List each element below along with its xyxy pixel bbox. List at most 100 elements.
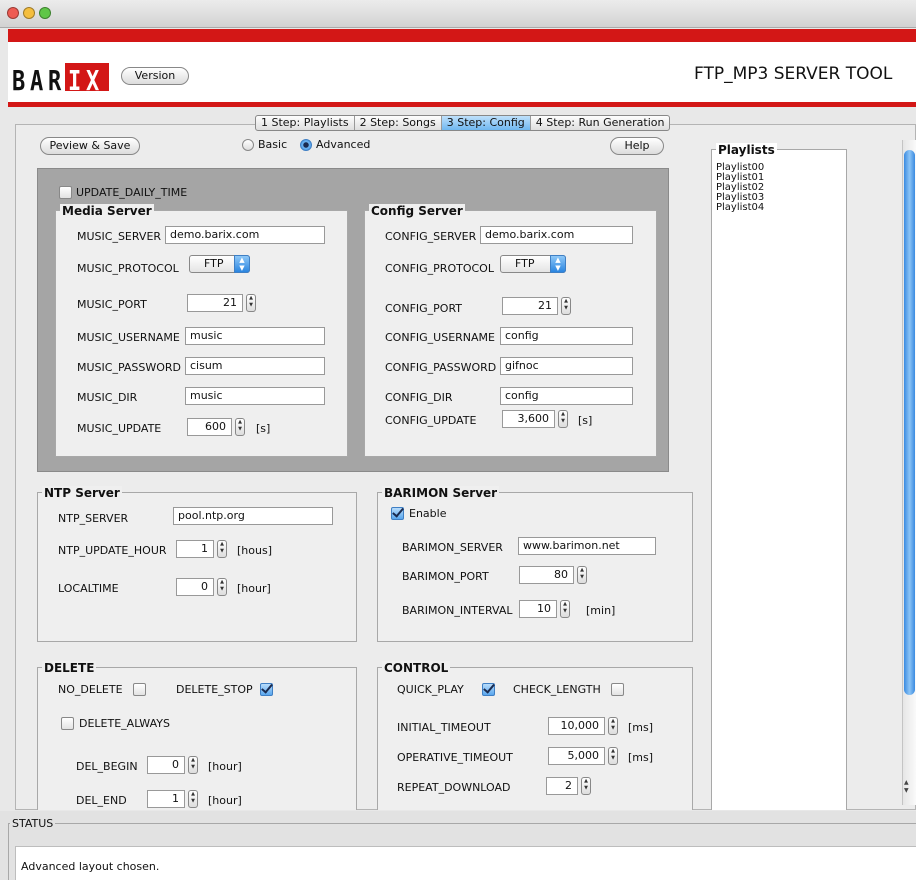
logo-letter: I [68,66,82,98]
config-username-label: CONFIG_USERNAME [385,331,495,344]
ntp-server-title: NTP Server [42,486,122,500]
config-port-stepper[interactable]: ▲ ▼ [561,297,571,315]
updown-arrows-icon: ▲ ▼ [550,255,566,273]
config-protocol-value: FTP [515,257,535,270]
basic-radio[interactable] [242,139,254,151]
playlists-title: Playlists [716,143,777,157]
repeat-download-stepper[interactable]: ▲ ▼ [581,777,591,795]
localtime-unit: [hour] [237,582,271,595]
ntp-server-input[interactable]: pool.ntp.org [173,507,333,525]
update-daily-time-label: UPDATE_DAILY_TIME [76,186,188,199]
scrollbar-thumb[interactable] [904,150,915,695]
music-update-input[interactable]: 600 [187,418,232,436]
update-daily-time-checkbox[interactable] [59,186,72,199]
playlists-panel [711,149,847,810]
music-protocol-label: MUSIC_PROTOCOL [77,262,179,275]
scroll-arrows-icon[interactable]: ▲ ▼ [904,779,909,795]
logo-letter: X [86,66,100,98]
delete-stop-checkbox[interactable] [260,683,273,696]
no-delete-checkbox[interactable] [133,683,146,696]
music-dir-input[interactable]: music [185,387,325,405]
config-update-input[interactable]: 3,600 [502,410,555,428]
header-top-bar [8,29,916,42]
close-window-button[interactable] [7,7,19,19]
del-end-stepper[interactable]: ▲ ▼ [188,790,198,808]
ntp-update-hour-input[interactable]: 1 [176,540,214,558]
config-password-label: CONFIG_PASSWORD [385,361,497,374]
tab-config[interactable]: 3 Step: Config [441,116,531,130]
repeat-download-label: REPEAT_DOWNLOAD [397,781,511,794]
music-server-input[interactable]: demo.barix.com [165,226,325,244]
config-update-stepper[interactable]: ▲ ▼ [558,410,568,428]
minimize-window-button[interactable] [23,7,35,19]
del-end-unit: [hour] [208,794,242,807]
zoom-window-button[interactable] [39,7,51,19]
quick-play-label: QUICK_PLAY [397,683,464,696]
music-update-label: MUSIC_UPDATE [77,422,162,435]
localtime-input[interactable]: 0 [176,578,214,596]
config-username-input[interactable]: config [500,327,633,345]
delete-always-checkbox[interactable] [61,717,74,730]
del-begin-stepper[interactable]: ▲ ▼ [188,756,198,774]
operative-timeout-stepper[interactable]: ▲ ▼ [608,747,618,765]
playlist-item[interactable]: Playlist04 [716,203,764,213]
advanced-radio[interactable] [300,139,312,151]
barimon-server-input[interactable]: www.barimon.net [518,537,656,555]
localtime-stepper[interactable]: ▲ ▼ [217,578,227,596]
preview-save-button[interactable]: Peview & Save [40,137,140,155]
initial-timeout-input[interactable]: 10,000 [548,717,605,735]
operative-timeout-input[interactable]: 5,000 [548,747,605,765]
check-length-label: CHECK_LENGTH [513,683,601,696]
delete-stop-label: DELETE_STOP [176,683,253,696]
window-titlebar [0,0,916,28]
music-protocol-value: FTP [204,257,224,270]
barimon-interval-unit: [min] [586,604,616,617]
ntp-update-hour-stepper[interactable]: ▲ ▼ [217,540,227,558]
del-begin-input[interactable]: 0 [147,756,185,774]
status-message: Advanced layout chosen. [15,846,916,880]
barimon-port-input[interactable]: 80 [519,566,574,584]
check-length-checkbox[interactable] [611,683,624,696]
music-password-input[interactable]: cisum [185,357,325,375]
del-end-input[interactable]: 1 [147,790,185,808]
music-update-stepper[interactable]: ▲ ▼ [235,418,245,436]
music-update-unit: [s] [256,422,271,435]
advanced-label: Advanced [316,138,371,151]
tab-run-generation[interactable]: 4 Step: Run Generation [531,116,670,130]
version-button[interactable]: Version [121,67,189,85]
barimon-interval-label: BARIMON_INTERVAL [402,604,513,617]
music-server-label: MUSIC_SERVER [77,230,162,243]
tab-playlists[interactable]: 1 Step: Playlists [256,116,355,130]
del-begin-label: DEL_BEGIN [76,760,138,773]
config-protocol-select[interactable]: FTP ▲ ▼ [500,255,566,273]
initial-timeout-stepper[interactable]: ▲ ▼ [608,717,618,735]
music-protocol-select[interactable]: FTP ▲ ▼ [189,255,250,273]
ntp-update-hour-unit: [hous] [237,544,272,557]
operative-timeout-label: OPERATIVE_TIMEOUT [397,751,513,764]
config-server-title: Config Server [369,204,465,218]
config-password-input[interactable]: gifnoc [500,357,633,375]
barimon-interval-stepper[interactable]: ▲ ▼ [560,600,570,618]
config-server-input[interactable]: demo.barix.com [480,226,633,244]
tab-songs[interactable]: 2 Step: Songs [355,116,442,130]
music-password-label: MUSIC_PASSWORD [77,361,182,374]
music-port-stepper[interactable]: ▲ ▼ [246,294,256,312]
config-dir-input[interactable]: config [500,387,633,405]
logo-letter: R [48,66,62,98]
config-dir-label: CONFIG_DIR [385,391,453,404]
music-port-input[interactable]: 21 [187,294,243,312]
barimon-port-stepper[interactable]: ▲ ▼ [577,566,587,584]
no-delete-label: NO_DELETE [58,683,123,696]
delete-title: DELETE [42,661,97,675]
help-button[interactable]: Help [610,137,664,155]
quick-play-checkbox[interactable] [482,683,495,696]
control-title: CONTROL [382,661,451,675]
music-username-input[interactable]: music [185,327,325,345]
delete-always-label: DELETE_ALWAYS [79,717,170,730]
barimon-interval-input[interactable]: 10 [519,600,557,618]
app-title: FTP_MP3 SERVER TOOL [694,64,893,84]
initial-timeout-label: INITIAL_TIMEOUT [397,721,491,734]
barimon-enable-checkbox[interactable] [391,507,404,520]
repeat-download-input[interactable]: 2 [546,777,578,795]
config-port-input[interactable]: 21 [502,297,558,315]
